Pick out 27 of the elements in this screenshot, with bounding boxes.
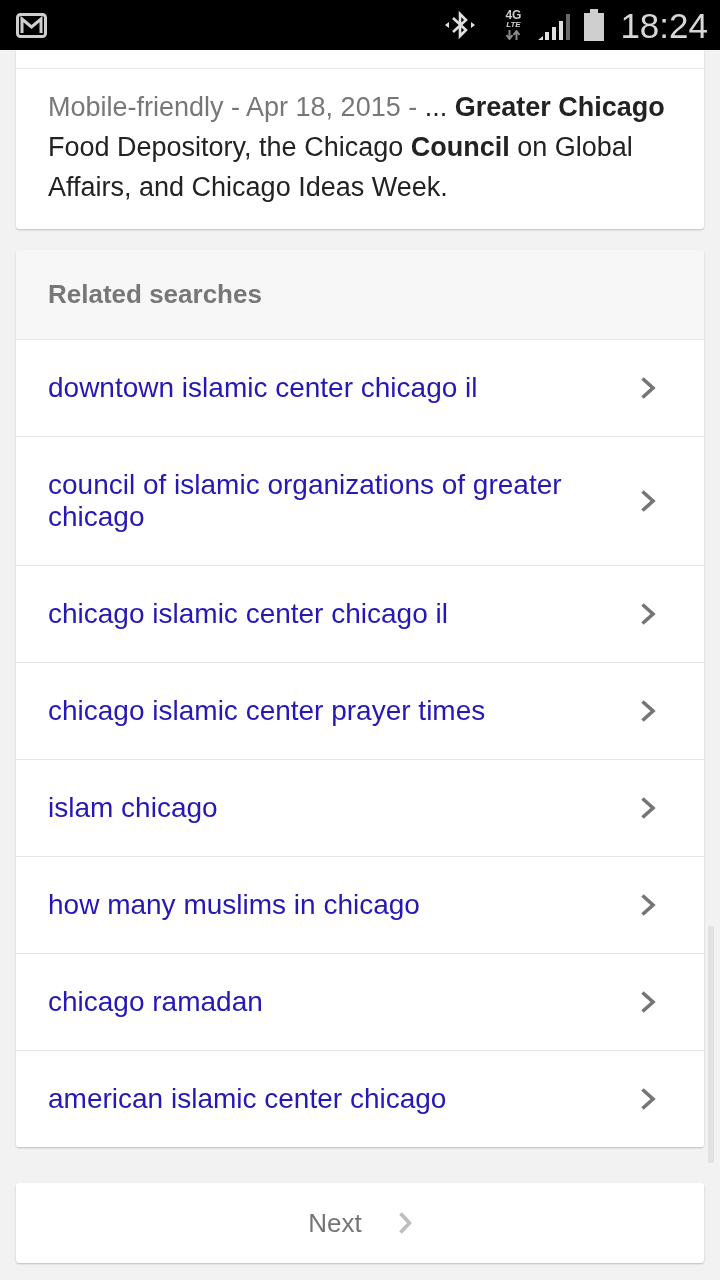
related-search-link[interactable]: council of islamic organizations of greater chicago xyxy=(16,436,704,565)
chevron-right-icon xyxy=(640,796,656,820)
chevron-right-icon xyxy=(640,990,656,1014)
related-search-link[interactable]: chicago islamic center chicago il xyxy=(16,565,704,662)
related-search-link[interactable]: islam chicago xyxy=(16,759,704,856)
bluetooth-icon xyxy=(444,10,477,40)
related-search-link[interactable]: chicago ramadan xyxy=(16,953,704,1050)
clock-time: 18:24 xyxy=(620,7,708,43)
related-search-link[interactable]: how many muslims in chicago xyxy=(16,856,704,953)
chevron-right-icon xyxy=(640,489,656,513)
related-search-link[interactable]: chicago islamic center prayer times xyxy=(16,662,704,759)
section-heading: Related searches xyxy=(48,278,262,311)
chevron-right-icon xyxy=(640,893,656,917)
chevron-right-icon xyxy=(640,1087,656,1111)
related-search-link[interactable]: downtown islamic center chicago il xyxy=(16,339,704,436)
chevron-right-icon xyxy=(397,1211,412,1235)
network-tech-text: LTE xyxy=(506,21,521,29)
network-type-text: 4G xyxy=(505,10,522,21)
battery-icon xyxy=(584,9,605,41)
related-search-link[interactable]: american islamic center chicago xyxy=(16,1050,704,1147)
mail-icon xyxy=(16,12,47,38)
next-page-button[interactable]: Next xyxy=(16,1183,704,1263)
data-transfer-arrows-icon xyxy=(505,30,522,40)
chevron-right-icon xyxy=(640,699,656,723)
result-snippet: Mobile-friendly - Apr 18, 2015 - ... Greater Chicago Food Depository, the Chicago Council on Global Affairs, and Chicago Ideas Week. xyxy=(47,91,666,204)
chevron-right-icon xyxy=(640,602,656,626)
chevron-right-icon xyxy=(640,376,656,400)
